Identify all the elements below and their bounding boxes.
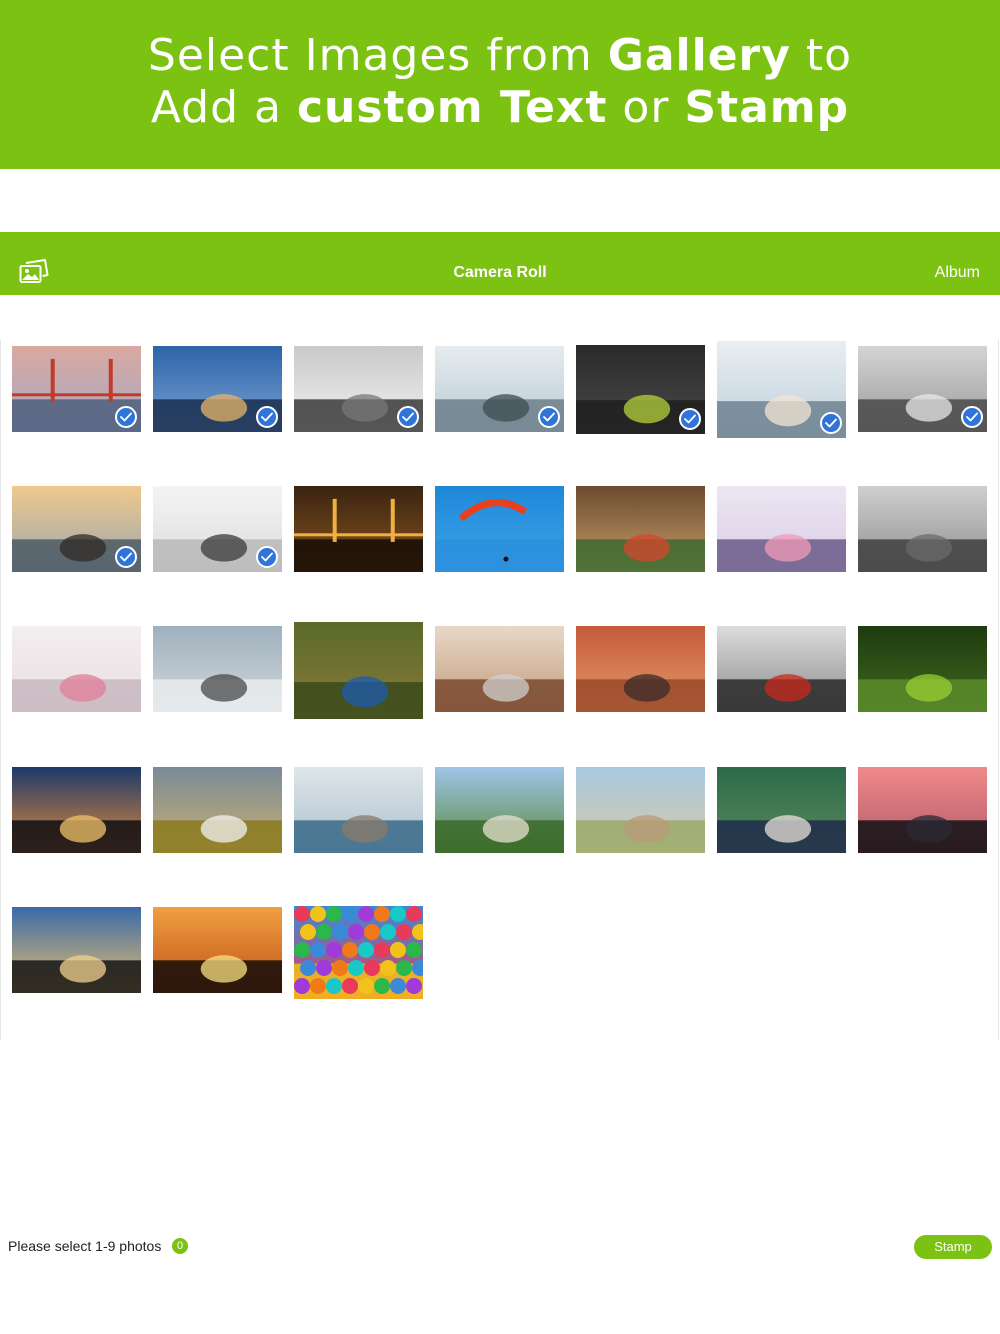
photo-thumbnail-palace-reflection[interactable]	[153, 346, 282, 432]
album-button[interactable]: Album	[935, 264, 980, 282]
photo-image	[294, 622, 423, 719]
photo-thumbnail-palm-sunset[interactable]	[153, 907, 282, 993]
photo-thumbnail-bridge-night[interactable]	[294, 486, 423, 572]
photo-thumbnail-police-car[interactable]	[576, 345, 705, 434]
photo-thumbnail-palm-reflection[interactable]	[858, 767, 987, 853]
headline-line-2: Add a custom Text or Stamp	[150, 82, 850, 133]
stamp-button[interactable]: Stamp	[914, 1235, 992, 1259]
selected-checkmark-icon	[679, 408, 701, 430]
photo-image	[435, 486, 564, 572]
photo-thumbnail-couple-hats[interactable]	[858, 346, 987, 432]
photo-thumbnail-jumping-sunset[interactable]	[12, 907, 141, 993]
selected-checkmark-icon	[256, 406, 278, 428]
photo-thumbnail-golden-gate-bridge[interactable]	[12, 346, 141, 432]
selected-checkmark-icon	[115, 406, 137, 428]
photo-thumbnail-kids-fence[interactable]	[858, 486, 987, 572]
photo-image	[153, 907, 282, 993]
selected-checkmark-icon	[961, 406, 983, 428]
photo-image	[717, 626, 846, 712]
photo-thumbnail-wedding-couple[interactable]	[717, 767, 846, 853]
photo-image	[294, 486, 423, 572]
photo-thumbnail-woman-with-scarf[interactable]	[717, 341, 846, 438]
photo-image	[153, 767, 282, 853]
promo-banner: Select Images from Gallery to Add a cust…	[0, 0, 1000, 169]
photo-image	[717, 767, 846, 853]
photo-thumbnail-tree-silhouette[interactable]	[12, 767, 141, 853]
photo-image	[12, 907, 141, 993]
photo-image	[435, 626, 564, 712]
photo-thumbnail-sunflower-bride[interactable]	[153, 767, 282, 853]
photo-image	[858, 626, 987, 712]
photo-thumbnail-mountain-hikers[interactable]	[153, 626, 282, 712]
photo-image	[12, 626, 141, 712]
photo-thumbnail-desert-sunset[interactable]	[576, 626, 705, 712]
grid-divider-left	[0, 340, 1, 1040]
selected-checkmark-icon	[256, 546, 278, 568]
photo-image	[153, 626, 282, 712]
photo-thumbnail-market-produce[interactable]	[576, 486, 705, 572]
selected-checkmark-icon	[538, 406, 560, 428]
photo-thumbnail-baby-balloons[interactable]	[717, 486, 846, 572]
photo-image	[435, 767, 564, 853]
photo-image	[858, 486, 987, 572]
selected-checkmark-icon	[820, 412, 842, 434]
photo-thumbnail-vintage-cars[interactable]	[717, 626, 846, 712]
selected-checkmark-icon	[397, 406, 419, 428]
photo-image	[294, 767, 423, 853]
grid-divider-right	[998, 340, 999, 1040]
nav-title: Camera Roll	[453, 264, 547, 281]
photo-thumbnail-castle[interactable]	[576, 767, 705, 853]
photo-image	[294, 906, 423, 999]
photo-thumbnail-lake-village[interactable]	[435, 767, 564, 853]
photo-thumbnail-love-plate[interactable]	[12, 626, 141, 712]
photo-image	[576, 626, 705, 712]
photo-thumbnail-peacock[interactable]	[294, 622, 423, 719]
photo-image	[576, 486, 705, 572]
photo-thumbnail-wedding-party[interactable]	[294, 346, 423, 432]
photo-thumbnail-seaside-rocks[interactable]	[435, 346, 564, 432]
photo-image	[12, 767, 141, 853]
photo-image	[858, 767, 987, 853]
headline-line-1: Select Images from Gallery to	[147, 30, 853, 81]
photo-thumbnail-frog-leaf[interactable]	[858, 626, 987, 712]
photo-image	[717, 486, 846, 572]
selection-count-badge: 0	[172, 1238, 188, 1254]
photo-thumbnail-sunset-woman-phone[interactable]	[12, 486, 141, 572]
photo-thumbnail-island-rock[interactable]	[294, 767, 423, 853]
selection-prompt: Please select 1-9 photos	[8, 1238, 162, 1254]
selected-checkmark-icon	[115, 546, 137, 568]
photo-thumbnail-bridge-phone-photo[interactable]	[153, 486, 282, 572]
photo-thumbnail-paraglider[interactable]	[435, 486, 564, 572]
photo-image	[576, 767, 705, 853]
photo-thumbnail-steel-bridge[interactable]	[435, 626, 564, 712]
photo-thumbnail-umbrellas[interactable]	[294, 906, 423, 999]
